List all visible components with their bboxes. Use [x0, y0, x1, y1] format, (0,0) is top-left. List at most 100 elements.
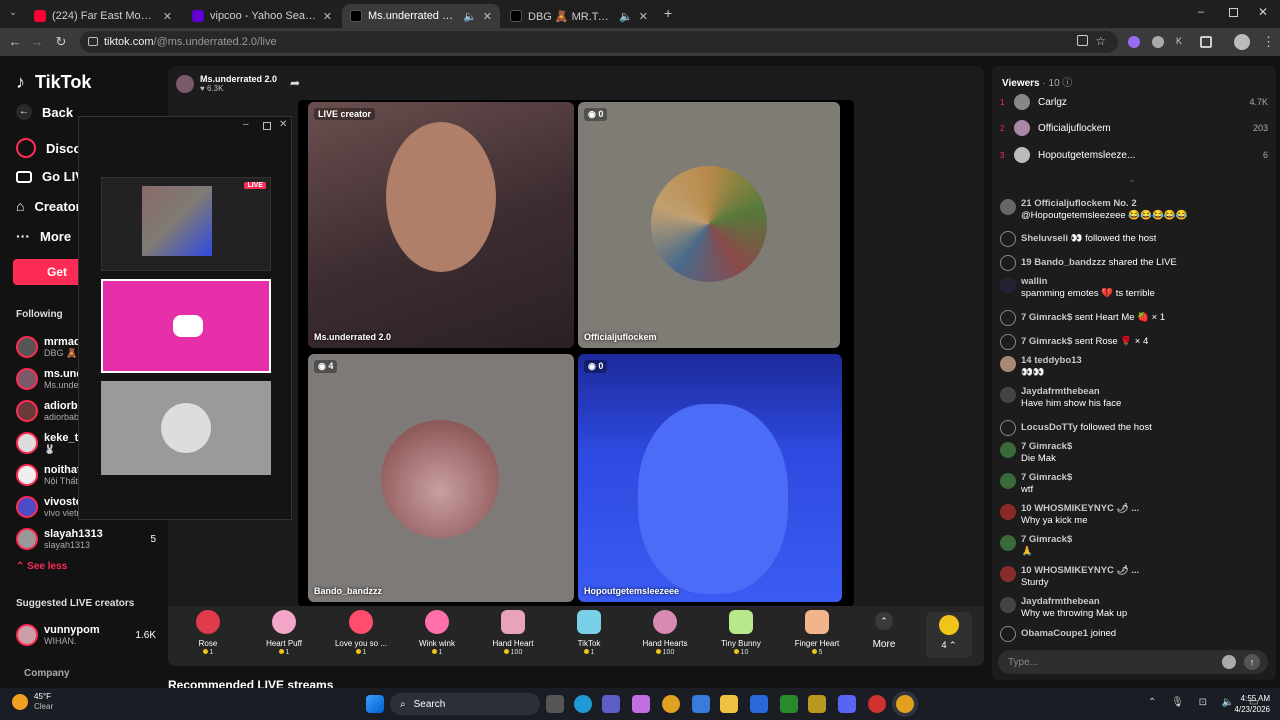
- new-tab-button[interactable]: +: [664, 6, 678, 20]
- guest-tile-host[interactable]: LIVE creator Ms.underrated 2.0: [308, 102, 574, 348]
- app-icon[interactable]: [808, 695, 826, 713]
- suggested-item[interactable]: vunnypom WIHAN. 1.6K: [16, 620, 156, 650]
- chrome-icon[interactable]: [662, 695, 680, 713]
- browser-tab[interactable]: vipcoo - Yahoo Search Results✕: [184, 4, 340, 28]
- reload-icon[interactable]: ↻: [52, 33, 70, 51]
- browser-menu-icon[interactable]: ⋮: [1262, 34, 1275, 50]
- browser-tab[interactable]: DBG 🧸 MR.TALK 😈 OF F| D🔈✕: [502, 4, 656, 28]
- screen-preview[interactable]: LIVE: [101, 177, 271, 271]
- popup-minimize-button[interactable]: –: [243, 119, 249, 130]
- gift-tiny-bunny[interactable]: Tiny Bunny 10: [705, 610, 777, 656]
- profile-avatar[interactable]: [1234, 34, 1250, 50]
- app-icon[interactable]: [750, 695, 768, 713]
- address-bar[interactable]: tiktok.com/@ms.underrated.2.0/live ☆: [80, 31, 1118, 53]
- clock[interactable]: 4:55 AM 4/23/2026: [1226, 693, 1270, 715]
- store-icon[interactable]: [692, 695, 710, 713]
- coin-icon: [583, 649, 589, 654]
- more-link[interactable]: ··· More: [16, 228, 71, 244]
- avatar: [16, 400, 38, 422]
- send-icon[interactable]: ↑: [1244, 654, 1260, 670]
- xbox-icon[interactable]: [780, 695, 798, 713]
- following-item[interactable]: slayah1313 slayah1313 5: [16, 524, 156, 554]
- guest-tile[interactable]: ◉ 0 Officialjuflockem: [578, 102, 840, 348]
- copilot-icon[interactable]: [632, 695, 650, 713]
- viewer-row[interactable]: 1 Carlgz 4.7K: [1000, 93, 1268, 111]
- weather-widget[interactable]: 45°F Clear: [12, 692, 53, 712]
- restore-button[interactable]: [1229, 8, 1238, 17]
- open-in-app-icon[interactable]: [1077, 35, 1088, 46]
- browser-toolbar: ← → ↻ tiktok.com/@ms.underrated.2.0/live…: [0, 28, 1280, 56]
- close-tab-icon[interactable]: ✕: [483, 10, 492, 23]
- coin-balance[interactable]: 4 ⌃: [926, 612, 972, 658]
- close-window-button[interactable]: ✕: [1258, 5, 1270, 19]
- host-info[interactable]: Ms.underrated 2.0 ♥ 6.3K: [176, 74, 277, 93]
- popup-close-button[interactable]: ✕: [279, 119, 287, 130]
- share-icon[interactable]: ➦: [290, 76, 300, 90]
- chat-message: 14 teddybo13 👀👀: [1000, 355, 1268, 379]
- guest-badge: ◉ 4: [314, 360, 338, 373]
- gift-bar: Rose 1 Heart Puff 1 Love you so ... 1 Wink …: [168, 606, 984, 666]
- discord-tile[interactable]: [101, 279, 271, 373]
- back-button[interactable]: ← Back: [16, 104, 73, 120]
- gift-hand-hearts[interactable]: Hand Hearts 100: [629, 610, 701, 656]
- see-less-link[interactable]: ⌃ See less: [16, 561, 67, 572]
- avatar: [1000, 504, 1016, 520]
- popup-restore-button[interactable]: [263, 122, 271, 130]
- bunny-icon: [729, 610, 753, 634]
- close-tab-icon[interactable]: ✕: [163, 10, 172, 23]
- discord-icon[interactable]: [838, 695, 856, 713]
- gift-rose[interactable]: Rose 1: [172, 610, 244, 656]
- bookmark-star-icon[interactable]: ☆: [1095, 34, 1106, 48]
- audio-icon[interactable]: 🔈: [619, 10, 633, 23]
- expand-viewers-icon[interactable]: ⌄: [1128, 174, 1136, 185]
- info-icon[interactable]: ⓘ: [1062, 78, 1072, 89]
- gift-finger-heart[interactable]: Finger Heart 5: [781, 610, 853, 656]
- tab-list-dropdown[interactable]: ⌄: [6, 7, 20, 21]
- minimize-button[interactable]: –: [1198, 6, 1210, 18]
- extension-icon[interactable]: K: [1176, 36, 1188, 48]
- taskbar-search[interactable]: ⌕ Search: [390, 693, 540, 715]
- edge-icon[interactable]: [574, 695, 592, 713]
- start-menu-icon[interactable]: [366, 695, 384, 713]
- gift-hand-heart[interactable]: Hand Heart 100: [477, 610, 549, 656]
- close-tab-icon[interactable]: ✕: [639, 10, 648, 23]
- close-tab-icon[interactable]: ✕: [323, 10, 332, 23]
- url-path: /@ms.underrated.2.0/live: [153, 36, 277, 48]
- more-gifts-button[interactable]: ⌃ More: [848, 610, 920, 650]
- tiktok-icon: [510, 10, 522, 22]
- tiktok-logo[interactable]: ♪ TikTok: [16, 72, 91, 93]
- home-icon: ⌂: [16, 198, 25, 214]
- task-view-icon[interactable]: [546, 695, 564, 713]
- discord-icon: [173, 315, 203, 337]
- browser-tab-active[interactable]: Ms.underrated 2.0 (@ms.un🔈✕: [342, 4, 500, 28]
- company-link[interactable]: Company: [24, 668, 70, 679]
- teams-icon[interactable]: [602, 695, 620, 713]
- gift-wink-wink[interactable]: Wink wink 1: [401, 610, 473, 656]
- participant-tile[interactable]: [101, 381, 271, 475]
- viewer-row[interactable]: 2 Officialjuflockem 203: [1000, 119, 1268, 137]
- browser-tab[interactable]: (224) Far East Movement - Like✕: [26, 4, 180, 28]
- creator-link[interactable]: ⌂ Creator: [16, 198, 81, 214]
- chrome-icon[interactable]: [896, 695, 914, 713]
- guest-tile[interactable]: ◉ 4 Bando_bandzzz: [308, 354, 574, 602]
- search-icon: ⌕: [400, 698, 406, 710]
- app-icon[interactable]: [868, 695, 886, 713]
- site-info-icon[interactable]: [88, 37, 98, 46]
- file-explorer-icon[interactable]: [720, 695, 738, 713]
- viewer-row[interactable]: 3 Hopoutgetemsleeze... 6: [1000, 146, 1268, 164]
- forward-icon[interactable]: →: [28, 33, 46, 51]
- back-icon[interactable]: ←: [6, 33, 24, 51]
- gift-tiktok[interactable]: TikTok 1: [553, 610, 625, 656]
- gift-heart-puff[interactable]: Heart Puff 1: [248, 610, 320, 656]
- extension-icon[interactable]: [1128, 36, 1140, 48]
- guest-tile[interactable]: ◉ 0 Hopoutgetemsleezeee: [578, 354, 842, 602]
- avatar: [1000, 566, 1016, 582]
- emoji-icon[interactable]: [1222, 655, 1236, 669]
- extensions-puzzle-icon[interactable]: [1200, 36, 1212, 48]
- chat-input[interactable]: Type... ↑: [998, 650, 1268, 674]
- coin-icon: [503, 649, 509, 654]
- chat-message: 7 Gimrack$ wtf: [1000, 472, 1268, 496]
- extension-icon[interactable]: [1152, 36, 1164, 48]
- gift-love-you[interactable]: Love you so ... 1: [325, 610, 397, 656]
- audio-icon[interactable]: 🔈: [463, 10, 477, 23]
